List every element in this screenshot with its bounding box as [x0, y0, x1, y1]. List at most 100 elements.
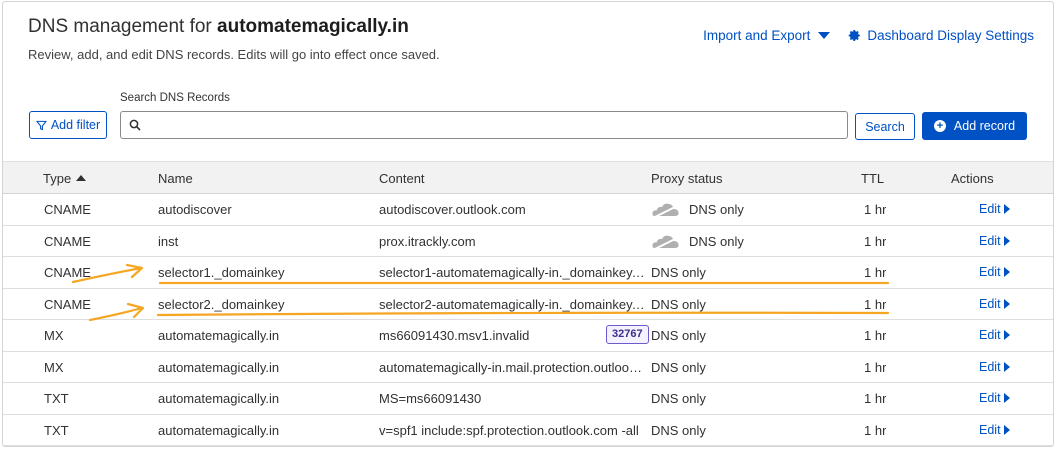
column-header-content[interactable]: Content [379, 171, 425, 186]
add-filter-label: Add filter [50, 118, 101, 132]
search-label: Search DNS Records [120, 92, 230, 104]
record-ttl: 1 hr [864, 265, 887, 280]
record-content: MS=ms66091430 [379, 391, 482, 406]
table-row: MX automatemagically.in ms66091430.msv1.in… [3, 320, 1053, 352]
edit-label: Edit [979, 233, 1001, 248]
table-row: TXT automatemagically.in MS=ms66091430 DNS … [3, 383, 1053, 415]
record-type: CNAME [44, 202, 91, 217]
cloud-icon [652, 235, 680, 251]
record-ttl: 1 hr [864, 296, 887, 312]
record-content: selector2-automatemagically-in._domainke… [379, 296, 645, 312]
chevron-right-icon [1003, 330, 1010, 340]
proxy-status: DNS only [651, 326, 706, 346]
proxy-status: DNS only [651, 263, 706, 283]
proxy-status-label: DNS only [651, 391, 706, 406]
record-content: v=spf1 include:spf.protection.outlook.co… [379, 422, 639, 438]
edit-link[interactable]: Edit [979, 423, 1010, 437]
plus-circle-icon: + [933, 120, 946, 132]
edit-link[interactable]: Edit [979, 391, 1010, 405]
add-record-button[interactable]: + Add record [922, 112, 1027, 140]
record-name: autodiscover [158, 202, 232, 217]
record-ttl: 1 hr [864, 202, 887, 217]
record-type: CNAME [44, 233, 91, 249]
proxy-status: DNS only [651, 358, 706, 378]
edit-link[interactable]: Edit [979, 328, 1010, 342]
record-ttl: 1 hr [864, 391, 887, 406]
dns-records-table: Type Name Content Proxy status TTL Actio… [3, 161, 1053, 446]
proxy-status-label: DNS only [651, 359, 706, 375]
cloud-icon [652, 203, 680, 219]
proxy-status-label: DNS only [689, 202, 744, 217]
record-content: automatemagically-in.mail.protection.out… [379, 359, 645, 375]
column-header-name[interactable]: Name [158, 171, 193, 186]
record-content: autodiscover.outlook.com [379, 202, 526, 217]
title-prefix: DNS management for [28, 16, 212, 37]
table-row: CNAME inst prox.itrackly.com DNS only 1 hr Ed… [3, 226, 1053, 257]
record-name: automatemagically.in [158, 422, 280, 438]
filter-icon [36, 120, 47, 130]
proxy-status: DNS only [651, 295, 706, 315]
proxy-status-label: DNS only [651, 265, 706, 280]
chevron-right-icon [1003, 204, 1010, 214]
sort-up-icon [76, 175, 87, 181]
header-links: Import and Export Dashboard Display Sett… [703, 28, 1034, 43]
proxy-status: DNS only [651, 200, 744, 220]
record-type: MX [44, 328, 64, 343]
page-title: DNS management for automatemagically.in [28, 16, 409, 38]
proxy-status: DNS only [651, 389, 706, 409]
proxy-status-label: DNS only [689, 233, 744, 249]
chevron-right-icon [1003, 267, 1010, 277]
dashboard-display-settings-link[interactable]: Dashboard Display Settings [848, 28, 1034, 43]
column-header-type[interactable]: Type [43, 171, 87, 186]
record-name: inst [158, 233, 179, 249]
record-ttl: 1 hr [864, 328, 887, 343]
proxy-status: DNS only [651, 232, 744, 252]
edit-link[interactable]: Edit [979, 360, 1010, 374]
add-filter-button[interactable]: Add filter [29, 111, 107, 139]
table-row: TXT automatemagically.in v=spf1 include:sp… [3, 415, 1053, 446]
chevron-right-icon [1003, 298, 1010, 309]
chevron-right-icon [1003, 393, 1010, 403]
edit-link[interactable]: Edit [979, 234, 1010, 248]
gear-icon [849, 29, 861, 42]
dashboard-settings-label: Dashboard Display Settings [867, 28, 1034, 43]
search-button[interactable]: Search [855, 113, 915, 140]
page-subtitle: Review, add, and edit DNS records. Edits… [28, 47, 440, 62]
record-type: CNAME [44, 296, 91, 312]
edit-link[interactable]: Edit [979, 297, 1010, 311]
proxy-status-label: DNS only [651, 296, 706, 312]
column-header-actions: Actions [951, 171, 994, 186]
search-field[interactable] [120, 111, 848, 139]
record-name: automatemagically.in [158, 359, 280, 375]
edit-label: Edit [979, 328, 1001, 342]
edit-label: Edit [979, 202, 1001, 216]
proxy-status-label: DNS only [651, 328, 706, 343]
record-ttl: 1 hr [864, 233, 887, 249]
priority-badge: 32767 [606, 325, 649, 344]
column-header-proxy-status[interactable]: Proxy status [651, 171, 723, 186]
record-type: TXT [44, 391, 69, 406]
table-row: CNAME selector1._domainkey selector1-autom… [3, 257, 1053, 289]
table-header: Type Name Content Proxy status TTL Actio… [3, 161, 1053, 194]
record-name: automatemagically.in [158, 328, 280, 343]
import-export-dropdown[interactable]: Import and Export [703, 28, 831, 43]
table-row: CNAME autodiscover autodiscover.outlook.co… [3, 194, 1053, 226]
table-row: MX automatemagically.in automatemagically-… [3, 352, 1053, 383]
record-ttl: 1 hr [864, 359, 887, 375]
record-type: CNAME [44, 265, 91, 280]
caret-down-icon [818, 32, 831, 39]
domain-name: automatemagically.in [217, 16, 409, 37]
proxy-status-label: DNS only [651, 422, 706, 438]
edit-label: Edit [979, 422, 1001, 437]
record-ttl: 1 hr [864, 422, 887, 438]
import-export-label: Import and Export [703, 28, 811, 43]
chevron-right-icon [1003, 424, 1010, 435]
edit-link[interactable]: Edit [979, 265, 1010, 279]
record-name: automatemagically.in [158, 391, 280, 406]
chevron-right-icon [1003, 235, 1010, 246]
search-input[interactable] [147, 117, 847, 133]
edit-link[interactable]: Edit [979, 202, 1010, 216]
record-content: prox.itrackly.com [379, 233, 476, 249]
edit-label: Edit [979, 265, 1001, 279]
column-header-ttl[interactable]: TTL [861, 171, 884, 186]
